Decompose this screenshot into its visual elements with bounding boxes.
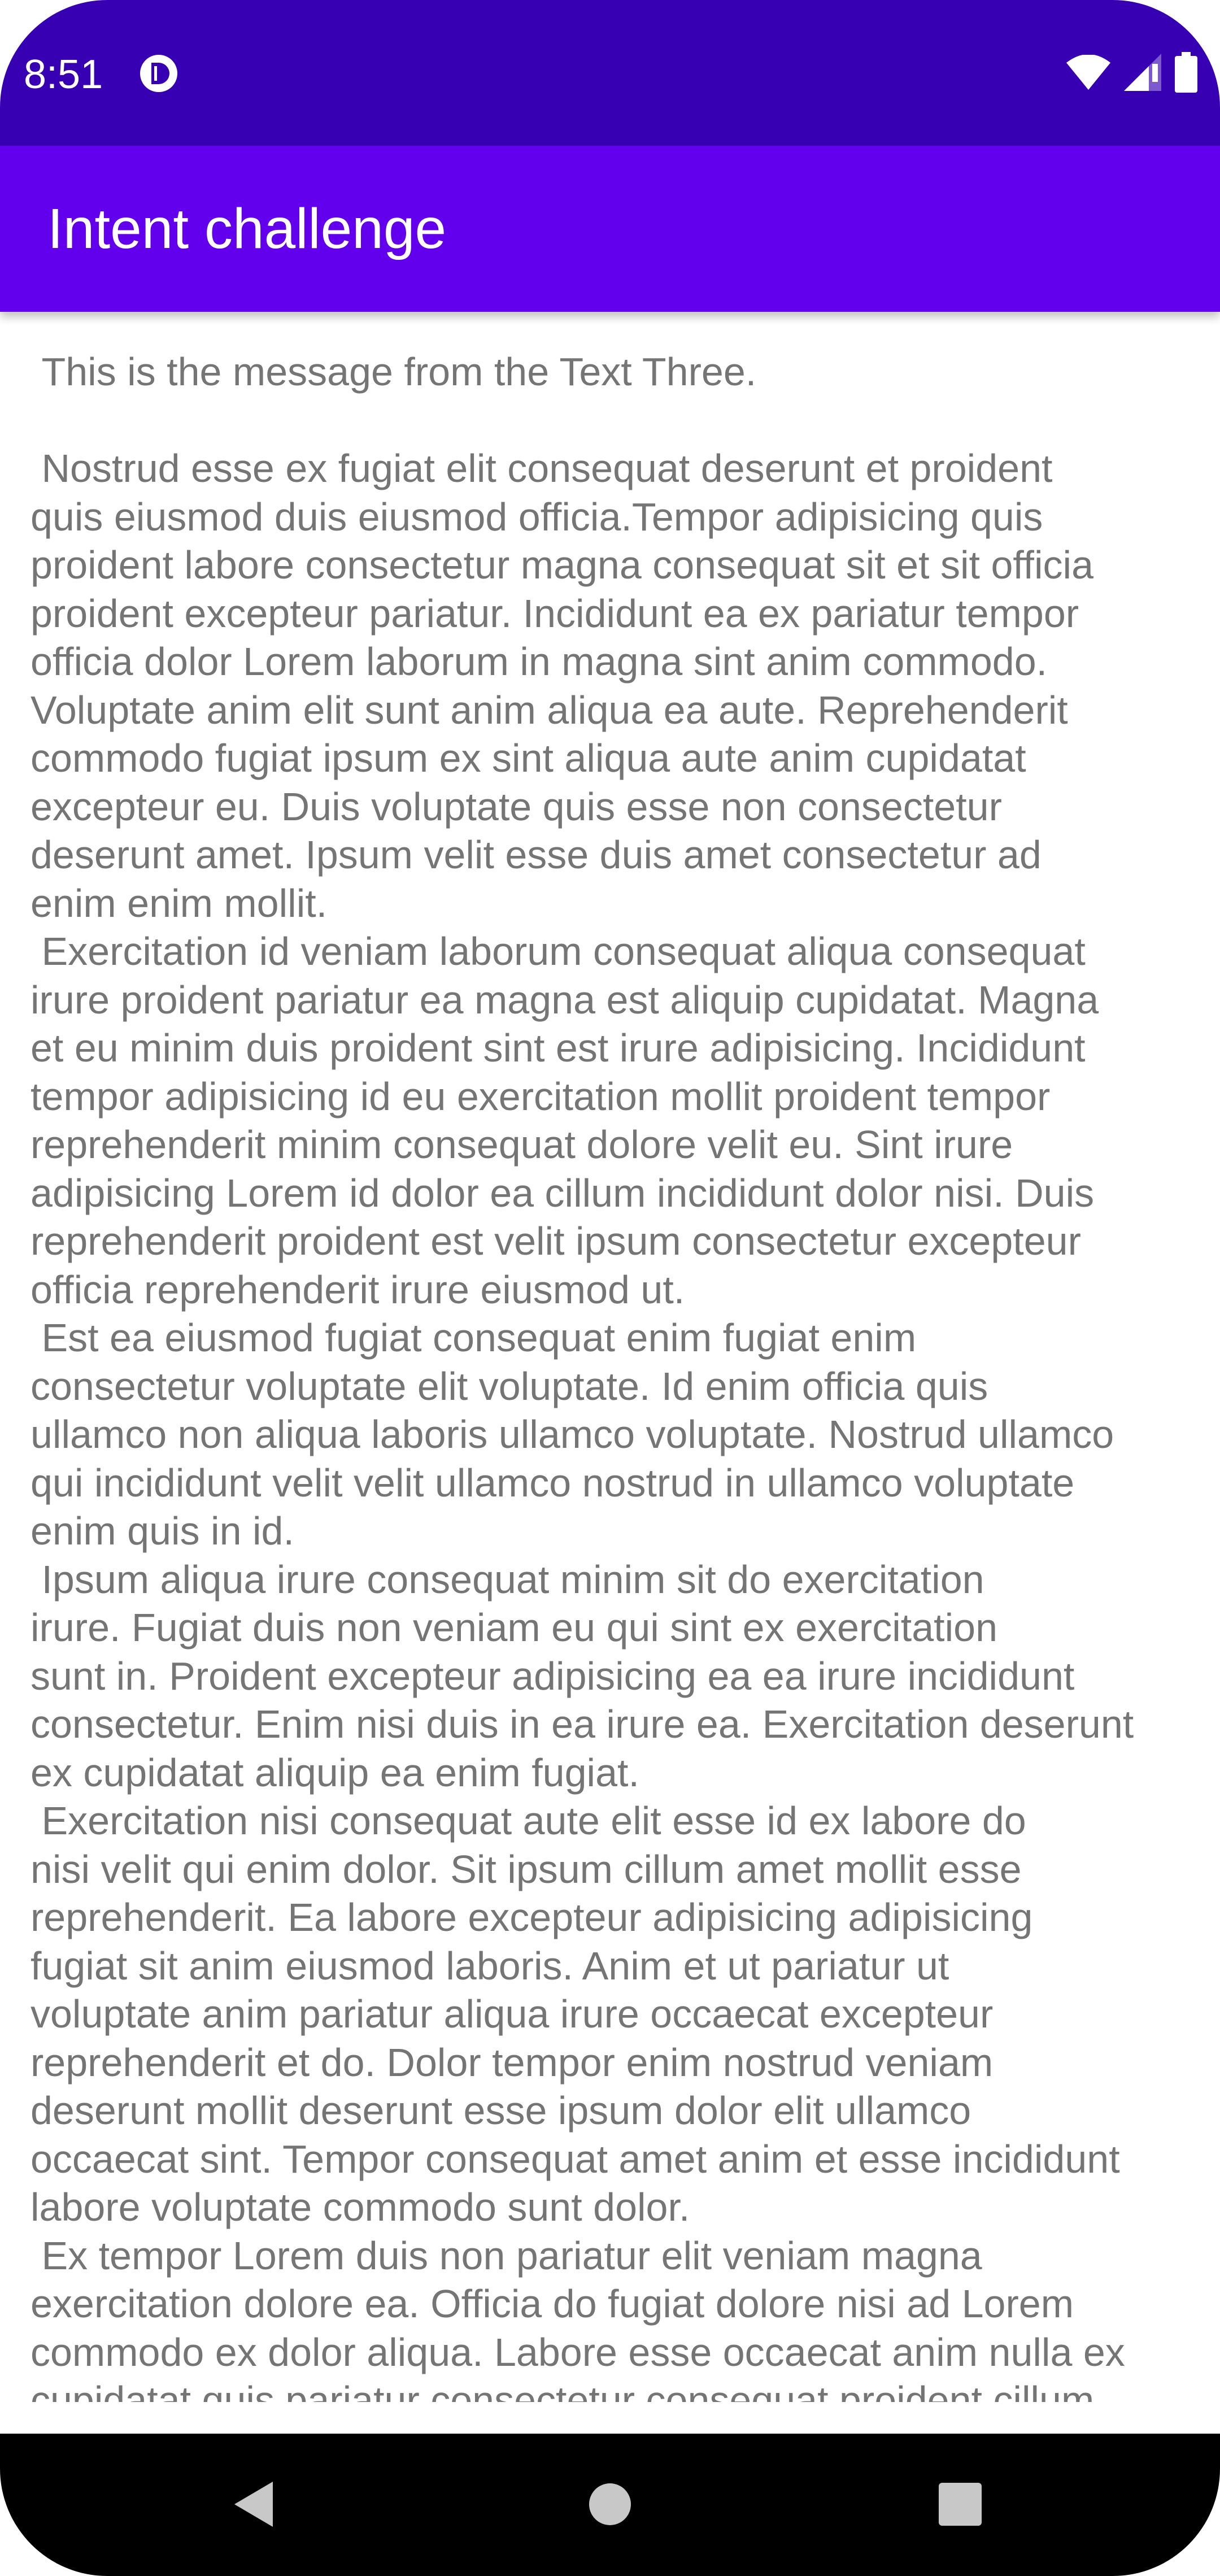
wifi-icon xyxy=(1066,54,1110,93)
navigation-bar xyxy=(0,2434,1220,2576)
status-time: 8:51 xyxy=(24,52,103,97)
battery-icon xyxy=(1175,51,1197,95)
back-button[interactable] xyxy=(212,2462,297,2547)
app-bar: Intent challenge xyxy=(0,146,1220,312)
back-icon xyxy=(234,2482,273,2527)
home-icon xyxy=(589,2483,631,2525)
status-icons xyxy=(1066,51,1197,95)
notification-app-icon xyxy=(140,55,177,92)
recents-button[interactable] xyxy=(918,2462,1003,2547)
home-button[interactable] xyxy=(568,2462,652,2547)
phone-screen: 8:51 Intent challenge This is the messag… xyxy=(0,0,1220,2576)
app-title: Intent challenge xyxy=(47,197,447,260)
cell-signal-icon xyxy=(1124,53,1161,94)
status-bar: 8:51 xyxy=(0,0,1220,146)
recents-icon xyxy=(939,2483,982,2526)
message-text: This is the message from the Text Three.… xyxy=(30,350,1134,2402)
message-scroll-area[interactable]: This is the message from the Text Three.… xyxy=(0,312,1220,2402)
